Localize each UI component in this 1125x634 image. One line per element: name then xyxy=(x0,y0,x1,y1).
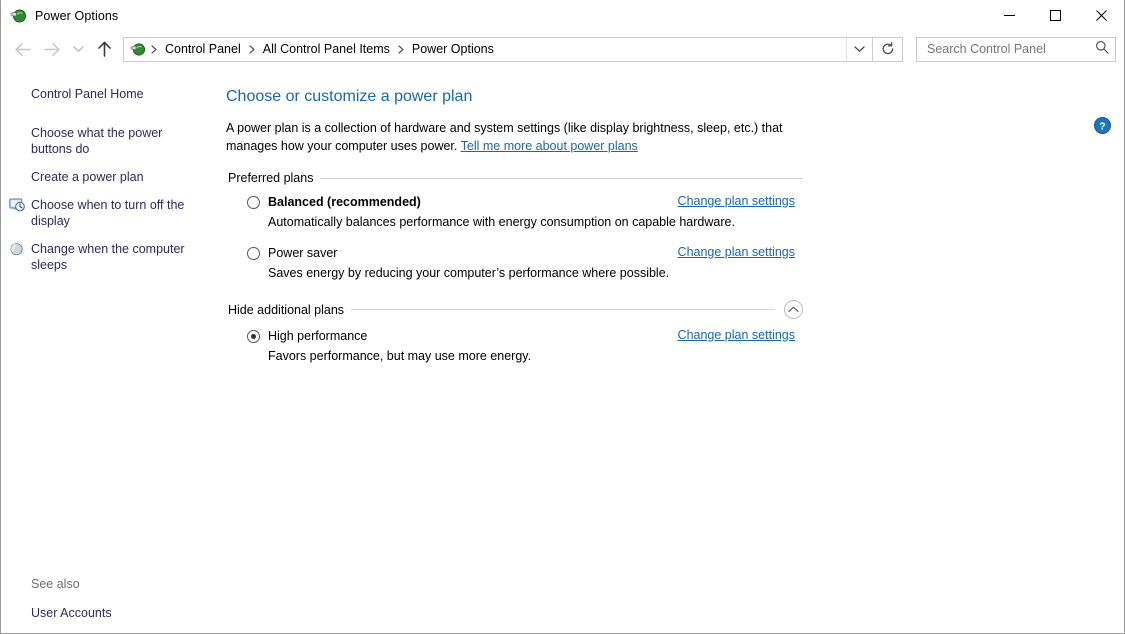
plan-row-high-performance[interactable]: High performance Favors performance, but… xyxy=(247,328,812,365)
sidebar-item-label: Control Panel Home xyxy=(31,87,144,101)
moon-sleep-icon xyxy=(9,241,25,257)
search-box[interactable] xyxy=(916,36,1116,62)
section-heading-label: Preferred plans xyxy=(228,171,314,185)
title-bar: Power Options xyxy=(1,0,1124,31)
recent-locations-chevron-icon[interactable] xyxy=(67,34,89,64)
sidebar-item-label: User Accounts xyxy=(31,606,112,620)
chevron-up-circle-icon[interactable] xyxy=(784,300,803,319)
sidebar-item-label: Change when the computer sleeps xyxy=(31,242,185,272)
breadcrumb-separator-icon[interactable] xyxy=(148,44,160,54)
breadcrumb-all-control-panel-items[interactable]: All Control Panel Items xyxy=(258,42,395,56)
forward-arrow-icon[interactable] xyxy=(37,34,67,64)
see-also-label: See also xyxy=(31,577,80,591)
close-button[interactable] xyxy=(1078,0,1124,31)
address-bar[interactable]: Control Panel All Control Panel Items Po… xyxy=(123,36,873,62)
plan-description: Automatically balances performance with … xyxy=(268,215,735,229)
back-arrow-icon[interactable] xyxy=(7,34,37,64)
content-area: ? Choose or customize a power plan A pow… xyxy=(223,67,1124,633)
change-plan-settings-link-high-performance[interactable]: Change plan settings xyxy=(678,328,795,342)
navigation-bar: Control Panel All Control Panel Items Po… xyxy=(1,31,1124,67)
radio-power-saver[interactable] xyxy=(247,247,260,260)
section-heading-label: Hide additional plans xyxy=(228,302,345,317)
radio-balanced[interactable] xyxy=(247,196,260,209)
sidebar-item-computer-sleeps[interactable]: Change when the computer sleeps xyxy=(1,239,201,275)
up-arrow-icon[interactable] xyxy=(89,34,119,64)
search-input[interactable] xyxy=(925,41,1095,57)
plan-description: Favors performance, but may use more ene… xyxy=(268,349,532,363)
sidebar: Control Panel Home Choose what the power… xyxy=(1,67,223,633)
sidebar-item-label: Choose when to turn off the display xyxy=(31,198,185,228)
sidebar-item-choose-power-buttons[interactable]: Choose what the power buttons do xyxy=(1,123,201,159)
plan-description: Saves energy by reducing your computer’s… xyxy=(268,266,670,280)
power-plug-icon xyxy=(10,7,27,24)
change-plan-settings-link-power-saver[interactable]: Change plan settings xyxy=(678,245,795,259)
power-options-window: Power Options Control Panel All Control … xyxy=(0,0,1125,634)
chevron-down-icon[interactable] xyxy=(846,37,872,61)
tell-me-more-link[interactable]: Tell me more about power plans xyxy=(461,139,638,153)
plan-name-label: Balanced (recommended) xyxy=(268,195,421,209)
page-title: Choose or customize a power plan xyxy=(226,88,473,105)
change-plan-settings-link-balanced[interactable]: Change plan settings xyxy=(678,194,795,208)
breadcrumb-control-panel[interactable]: Control Panel xyxy=(160,42,246,56)
see-also-section: See also User Accounts xyxy=(1,575,223,623)
svg-text:?: ? xyxy=(1099,120,1105,132)
sidebar-item-create-power-plan[interactable]: Create a power plan xyxy=(1,167,201,187)
radio-high-performance[interactable] xyxy=(247,330,260,343)
sidebar-item-turn-off-display[interactable]: Choose when to turn off the display xyxy=(1,195,201,231)
plan-name-label: Power saver xyxy=(268,246,338,260)
search-icon xyxy=(1095,40,1109,59)
sidebar-item-label: Create a power plan xyxy=(31,170,144,184)
maximize-button[interactable] xyxy=(1032,0,1078,31)
section-rule xyxy=(351,309,775,310)
plan-row-balanced[interactable]: Balanced (recommended) Automatically bal… xyxy=(247,194,812,231)
plan-row-power-saver[interactable]: Power saver Saves energy by reducing you… xyxy=(247,245,812,282)
plan-name-label: High performance xyxy=(268,329,368,343)
minimize-button[interactable] xyxy=(986,0,1032,31)
breadcrumb-separator-icon[interactable] xyxy=(395,44,407,54)
section-header-preferred-plans: Preferred plans xyxy=(228,171,803,185)
sidebar-item-control-panel-home[interactable]: Control Panel Home xyxy=(1,84,201,104)
window-title: Power Options xyxy=(35,8,119,23)
help-icon[interactable]: ? xyxy=(1094,117,1111,134)
window-controls xyxy=(986,0,1124,31)
sidebar-item-user-accounts[interactable]: User Accounts xyxy=(1,603,201,623)
display-clock-icon xyxy=(9,197,25,213)
breadcrumb-separator-icon[interactable] xyxy=(246,44,258,54)
breadcrumb-power-options[interactable]: Power Options xyxy=(407,42,499,56)
sidebar-item-label: Choose what the power buttons do xyxy=(31,126,163,156)
window-body: Control Panel Home Choose what the power… xyxy=(1,67,1124,633)
intro-text: A power plan is a collection of hardware… xyxy=(226,119,811,155)
section-header-additional-plans: Hide additional plans xyxy=(228,300,803,319)
breadcrumb-power-icon xyxy=(130,41,146,57)
refresh-icon[interactable] xyxy=(873,36,903,62)
section-rule xyxy=(320,177,803,179)
